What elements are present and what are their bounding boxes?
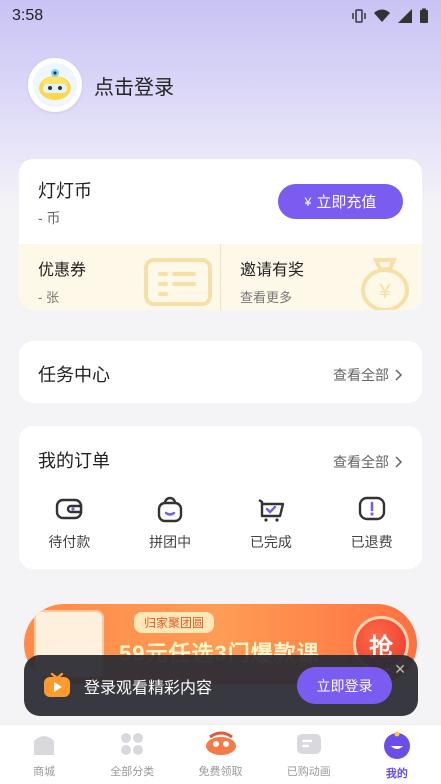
orders-view-all-link[interactable]: 查看全部 (333, 452, 403, 472)
vibrate-icon (352, 9, 366, 23)
orders-view-all-label: 查看全部 (333, 454, 389, 470)
yuan-icon: ¥ (304, 194, 312, 209)
status-time: 3:58 (12, 7, 44, 24)
wallet-icon (56, 498, 83, 520)
free-gift-icon (205, 731, 236, 755)
order-status-row: 待付款 拼团中 已完成 已退费 (19, 494, 422, 552)
wifi-icon (374, 9, 390, 22)
invite-title: 邀请有奖 (240, 262, 305, 279)
invite-section[interactable]: ¥ 邀请有奖 查看更多 (220, 244, 422, 310)
task-view-all-link[interactable]: 查看全部 (333, 365, 403, 385)
chevron-right-icon (395, 456, 403, 468)
order-group-buying[interactable]: 拼团中 (120, 494, 221, 552)
coin-balance: - 币 (38, 210, 61, 226)
coin-card: 灯灯币 - 币 ¥ 立即充值 优惠券 - 张 ¥ 邀请有奖 查看更多 (19, 159, 422, 310)
close-icon[interactable]: ✕ (394, 661, 406, 678)
bottom-tab-bar: 商城 全部分类 免费领取 已购动画 我的 (0, 724, 441, 784)
tab-categories[interactable]: 全部分类 (88, 725, 176, 784)
task-center-title: 任务中心 (38, 365, 110, 385)
banner-tag: 归家聚团圆 (134, 612, 215, 633)
refund-alert-icon (358, 496, 385, 521)
chevron-right-icon (395, 369, 403, 381)
coin-title: 灯灯币 (38, 181, 92, 201)
recharge-label: 立即充值 (316, 194, 377, 211)
tab-free-gift-label: 免费领取 (198, 766, 243, 778)
order-completed[interactable]: 已完成 (221, 494, 322, 552)
mascot-avatar-icon (33, 63, 77, 107)
orders-title: 我的订单 (38, 451, 110, 471)
order-refunded-label: 已退费 (350, 534, 393, 550)
order-pending-payment[interactable]: 待付款 (19, 494, 120, 552)
toast-message: 登录观看精彩内容 (84, 679, 213, 697)
categories-icon (121, 733, 144, 755)
coupon-title: 优惠券 (38, 262, 87, 279)
profile-icon (383, 731, 410, 759)
login-now-button[interactable]: 立即登录 (297, 667, 392, 704)
group-bag-icon (157, 496, 183, 523)
tab-purchased[interactable]: 已购动画 (265, 725, 353, 784)
completed-cart-icon (258, 499, 285, 522)
order-completed-label: 已完成 (249, 534, 292, 550)
profile-header[interactable]: 点击登录 (28, 58, 174, 112)
orders-card: 我的订单 查看全部 待付款 拼团中 已完成 已退费 (19, 426, 422, 569)
tv-play-icon (44, 672, 70, 697)
avatar[interactable] (28, 58, 82, 112)
task-view-all-label: 查看全部 (333, 367, 389, 383)
tab-mall-label: 商城 (33, 766, 56, 778)
login-label[interactable]: 点击登录 (94, 71, 174, 100)
tab-profile[interactable]: 我的 (353, 725, 441, 784)
order-pending-label: 待付款 (48, 534, 91, 550)
coupon-section[interactable]: 优惠券 - 张 (19, 244, 220, 310)
signal-icon (398, 9, 412, 23)
tab-free-gift[interactable]: 免费领取 (176, 725, 264, 784)
battery-icon (420, 8, 428, 23)
order-group-label: 拼团中 (149, 534, 192, 550)
coupon-count: - 张 (38, 290, 59, 305)
login-toast: 登录观看精彩内容 立即登录 ✕ (24, 655, 418, 716)
status-bar: 3:58 (0, 0, 441, 32)
tab-purchased-label: 已购动画 (286, 766, 331, 778)
tab-profile-label: 我的 (385, 768, 408, 780)
recharge-button[interactable]: ¥ 立即充值 (278, 184, 403, 219)
tab-categories-label: 全部分类 (110, 766, 155, 778)
coin-bottom-panel: 优惠券 - 张 ¥ 邀请有奖 查看更多 (19, 244, 422, 310)
tab-mall[interactable]: 商城 (0, 725, 88, 784)
status-icons (351, 8, 429, 24)
task-center-card[interactable]: 任务中心 查看全部 (19, 341, 422, 403)
purchased-video-icon (296, 734, 321, 754)
invite-more: 查看更多 (240, 290, 293, 305)
mall-icon (34, 736, 55, 755)
order-refunded[interactable]: 已退费 (321, 494, 422, 552)
